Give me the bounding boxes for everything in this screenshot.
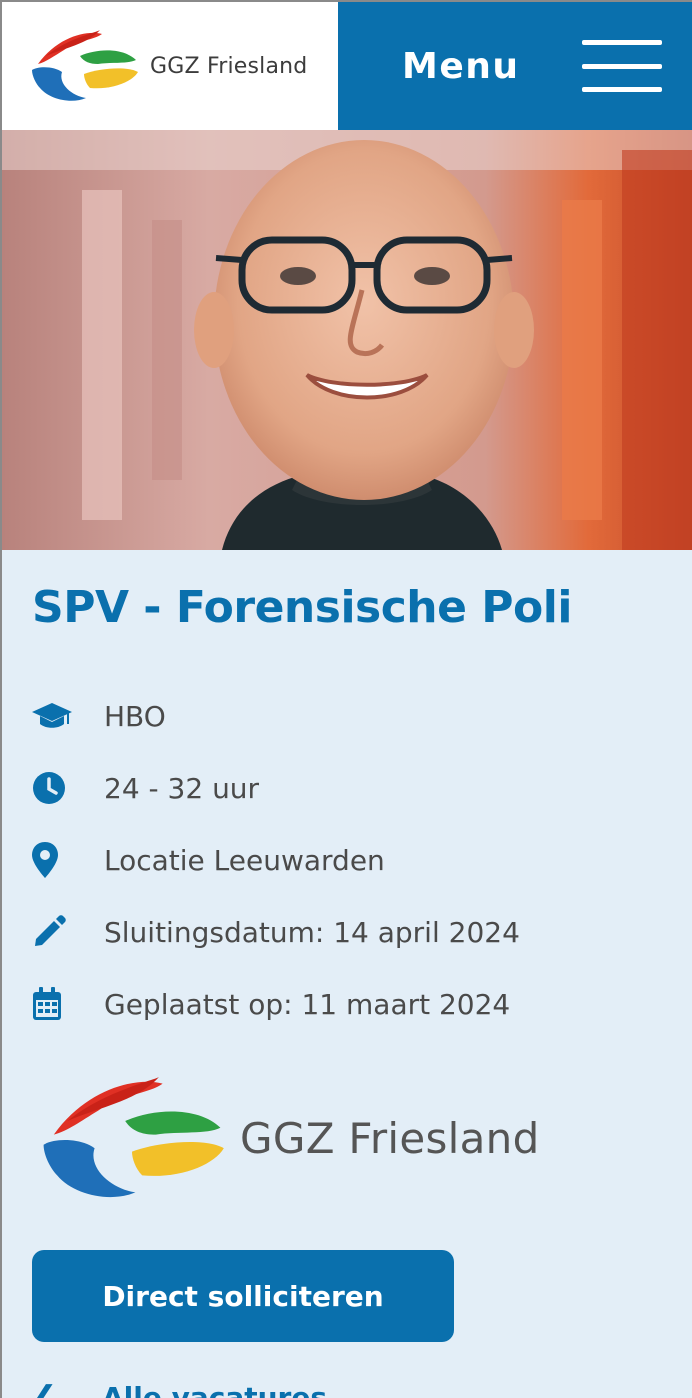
back-link-label: Alle vacatures (102, 1381, 328, 1398)
fact-location: Locatie Leeuwarden (32, 824, 672, 896)
menu-bar: Menu (338, 2, 692, 130)
all-vacancies-link[interactable]: ❮ Alle vacatures (32, 1380, 327, 1398)
fact-hours: 24 - 32 uur (32, 752, 672, 824)
fact-text: Geplaatst op: 11 maart 2024 (104, 987, 511, 1021)
fact-text: HBO (104, 699, 166, 733)
site-header: GGZ Friesland Menu (2, 2, 692, 130)
brand-home-link[interactable]: GGZ Friesland (2, 2, 338, 130)
fact-text: Sluitingsdatum: 14 april 2024 (104, 915, 520, 949)
ggz-logo-icon (32, 30, 138, 101)
brand-name: GGZ Friesland (150, 53, 308, 79)
hamburger-line (582, 63, 662, 69)
page-frame: GGZ Friesland Menu SPV - Forensische Pol… (0, 0, 692, 1398)
vacancy-title: SPV - Forensische Poli (32, 582, 572, 633)
menu-button[interactable]: Menu (402, 46, 520, 87)
fact-text: Locatie Leeuwarden (104, 843, 385, 877)
employer-logo-text: GGZ Friesland (240, 1113, 540, 1163)
fact-closing-date: Sluitingsdatum: 14 april 2024 (32, 896, 672, 968)
location-pin-icon (32, 842, 104, 878)
hamburger-line (582, 40, 662, 45)
pencil-icon (32, 915, 104, 949)
hamburger-menu-icon[interactable] (582, 40, 662, 92)
vacancy-content: SPV - Forensische Poli HBO 24 - 32 uur L… (2, 550, 692, 1398)
apply-button[interactable]: Direct solliciteren (32, 1250, 454, 1342)
fact-education: HBO (32, 680, 672, 752)
hero-photo (2, 130, 692, 550)
fact-posted-date: Geplaatst op: 11 maart 2024 (32, 968, 672, 1040)
clock-icon (32, 771, 104, 805)
ggz-logo-icon (43, 1076, 224, 1198)
employer-logo: GGZ Friesland (32, 1070, 540, 1206)
chevron-left-icon: ❮ (32, 1380, 58, 1398)
graduation-cap-icon (32, 701, 104, 731)
portrait-image (2, 130, 692, 550)
fact-text: 24 - 32 uur (104, 771, 260, 805)
vacancy-facts: HBO 24 - 32 uur Locatie Leeuwarden Sluit… (32, 680, 672, 1040)
hamburger-line (582, 87, 662, 92)
calendar-icon (32, 987, 104, 1021)
